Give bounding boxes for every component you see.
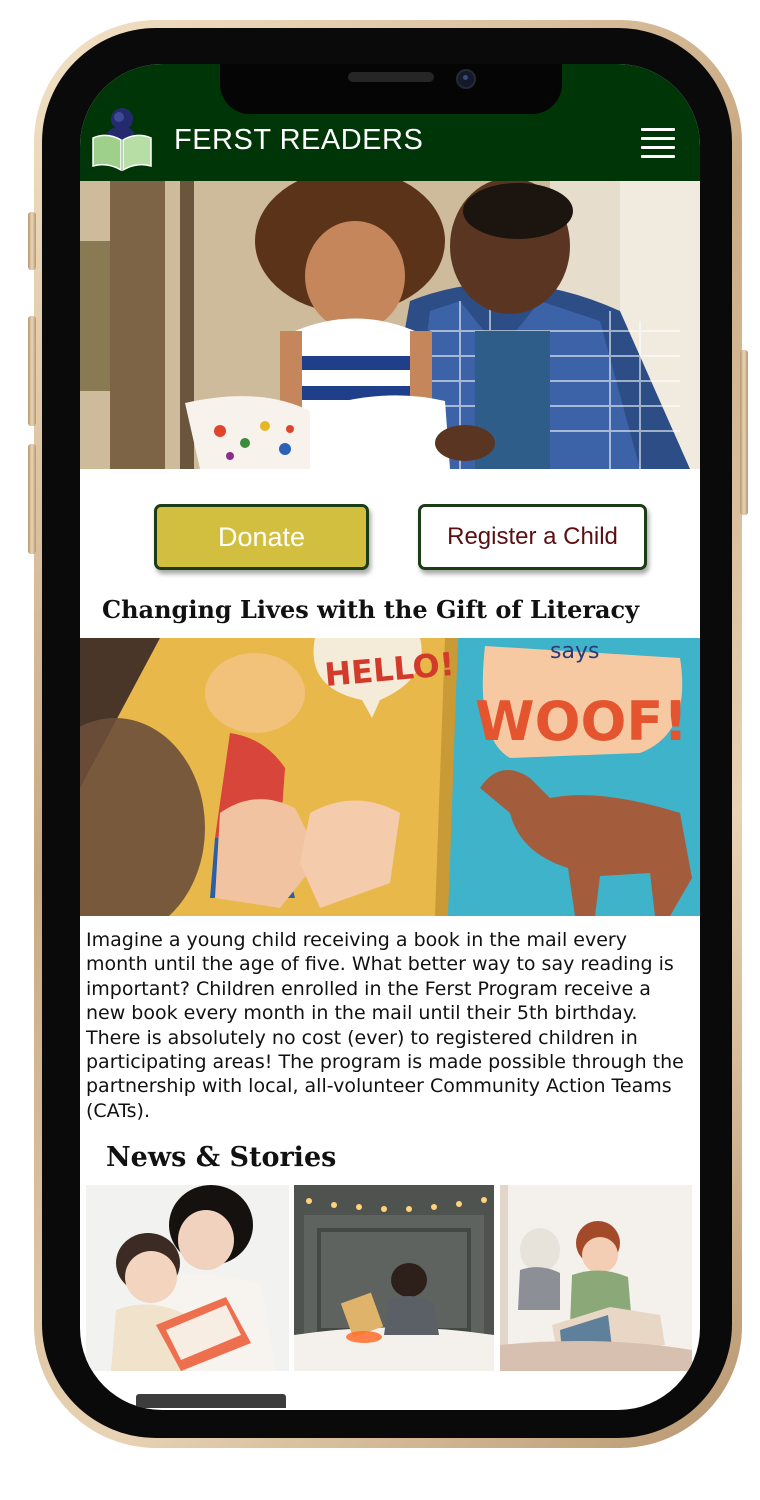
book-speech-woof: WOOF! <box>475 690 688 753</box>
intro-section-title: Changing Lives with the Gift of Literacy <box>102 595 640 624</box>
site-brand-name[interactable]: FERST READERS <box>174 124 423 157</box>
next-section-heading-peek <box>136 1394 286 1408</box>
phone-power-button <box>740 350 748 515</box>
donate-button[interactable]: Donate <box>154 504 369 570</box>
hero-image-father-daughter-reading <box>80 181 700 469</box>
news-section-title: News & Stories <box>106 1142 337 1173</box>
news-story-card[interactable] <box>86 1185 289 1371</box>
ferst-readers-book-logo[interactable] <box>89 102 155 172</box>
phone-volume-down-button <box>28 444 36 554</box>
phone-speaker <box>348 72 434 82</box>
news-story-card[interactable] <box>500 1185 692 1371</box>
news-story-card[interactable] <box>294 1185 494 1371</box>
phone-volume-up-button <box>28 316 36 426</box>
childrens-books-image: HELLO! WOOF! says <box>80 638 700 916</box>
phone-screen: FERST READERS Donate Register a Child Ch… <box>80 64 700 1410</box>
intro-body-text: Imagine a young child receiving a book i… <box>86 929 684 1122</box>
register-child-button[interactable]: Register a Child <box>418 504 647 570</box>
phone-camera <box>456 69 476 89</box>
hamburger-menu-icon[interactable] <box>641 128 675 158</box>
book-text-says: says <box>550 639 599 664</box>
phone-side-button <box>28 212 36 270</box>
